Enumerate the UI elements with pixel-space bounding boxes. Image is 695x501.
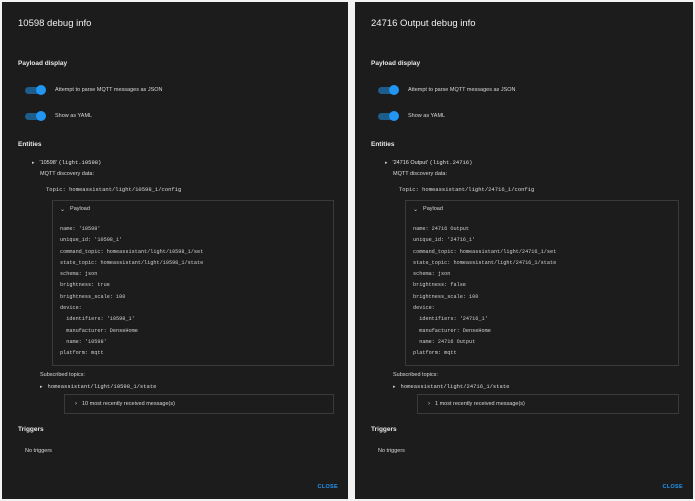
- subscribed-topics-label: Subscribed topics:: [40, 372, 85, 378]
- entity-name: '24716 Output': [392, 159, 428, 166]
- no-triggers-text: No triggers: [25, 448, 52, 454]
- received-messages-label: 1 most recently received message(s): [435, 401, 525, 407]
- payload-yaml: name: 24716 Output unique_id: '24716_1' …: [413, 226, 557, 357]
- subscribed-topic-item: ▸ homeassistant/light/24716_1/state: [393, 383, 509, 390]
- chevron-right-icon: ›: [75, 401, 77, 407]
- discovery-topic: Topic: homeassistant/light/24716_1/confi…: [399, 186, 535, 193]
- received-messages-label: 10 most recently received message(s): [82, 401, 175, 407]
- entity-item[interactable]: ▸ '10598' (light.10598): [32, 159, 101, 166]
- payload-expander[interactable]: ⌄ Payload: [406, 201, 678, 217]
- chevron-down-icon: ⌄: [60, 206, 66, 213]
- dialog-title: 10598 debug info: [18, 18, 92, 29]
- entity-item[interactable]: ▸ '24716 Output' (light.24716): [385, 159, 472, 166]
- json-toggle-label: Attempt to parse MQTT messages as JSON: [55, 87, 163, 93]
- yaml-toggle-label: Show as YAML: [55, 113, 93, 119]
- yaml-toggle-row: Show as YAML: [24, 110, 92, 122]
- bullet-icon: ▸: [32, 159, 35, 166]
- debug-dialog-10598: 10598 debug info Payload display Attempt…: [2, 2, 348, 499]
- subscribed-topic-item: ▸ homeassistant/light/10598_1/state: [40, 383, 156, 390]
- discovery-label: MQTT discovery data:: [40, 171, 94, 177]
- yaml-toggle-switch[interactable]: [377, 111, 399, 121]
- yaml-toggle-switch[interactable]: [24, 111, 46, 121]
- discovery-label: MQTT discovery data:: [393, 171, 447, 177]
- json-toggle-switch[interactable]: [377, 85, 399, 95]
- no-triggers-text: No triggers: [378, 448, 405, 454]
- payload-label: Payload: [70, 206, 90, 212]
- entity-name: '10598': [39, 159, 57, 166]
- bullet-icon: ▸: [393, 383, 396, 390]
- entity-id: (light.10598): [58, 159, 102, 166]
- received-messages-expander[interactable]: › 1 most recently received message(s): [417, 394, 679, 414]
- dialog-title: 24716 Output debug info: [371, 18, 476, 29]
- entities-heading: Entities: [18, 141, 42, 148]
- payload-panel: ⌄ Payload name: 24716 Output unique_id: …: [405, 200, 679, 366]
- subscribed-topic: homeassistant/light/24716_1/state: [400, 383, 510, 390]
- yaml-toggle-row: Show as YAML: [377, 110, 445, 122]
- close-button[interactable]: CLOSE: [318, 484, 338, 490]
- entities-heading: Entities: [371, 141, 395, 148]
- json-toggle-row: Attempt to parse MQTT messages as JSON: [377, 84, 516, 96]
- json-toggle-label: Attempt to parse MQTT messages as JSON: [408, 87, 516, 93]
- chevron-right-icon: ›: [428, 401, 430, 407]
- payload-label: Payload: [423, 206, 443, 212]
- payload-panel: ⌄ Payload name: '10598' unique_id: '1059…: [52, 200, 334, 366]
- payload-yaml: name: '10598' unique_id: '10598_1' comma…: [60, 226, 204, 357]
- json-toggle-row: Attempt to parse MQTT messages as JSON: [24, 84, 163, 96]
- close-button[interactable]: CLOSE: [663, 484, 683, 490]
- received-messages-expander[interactable]: › 10 most recently received message(s): [64, 394, 334, 414]
- bullet-icon: ▸: [40, 383, 43, 390]
- discovery-topic: Topic: homeassistant/light/10598_1/confi…: [46, 186, 182, 193]
- debug-dialog-24716: 24716 Output debug info Payload display …: [355, 2, 693, 499]
- chevron-down-icon: ⌄: [413, 206, 419, 213]
- entity-id: (light.24716): [429, 159, 473, 166]
- payload-expander[interactable]: ⌄ Payload: [53, 201, 333, 217]
- triggers-heading: Triggers: [371, 426, 397, 433]
- subscribed-topics-label: Subscribed topics:: [393, 372, 438, 378]
- payload-display-heading: Payload display: [371, 60, 421, 67]
- yaml-toggle-label: Show as YAML: [408, 113, 446, 119]
- triggers-heading: Triggers: [18, 426, 44, 433]
- json-toggle-switch[interactable]: [24, 85, 46, 95]
- payload-display-heading: Payload display: [18, 60, 68, 67]
- subscribed-topic: homeassistant/light/10598_1/state: [47, 383, 157, 390]
- bullet-icon: ▸: [385, 159, 388, 166]
